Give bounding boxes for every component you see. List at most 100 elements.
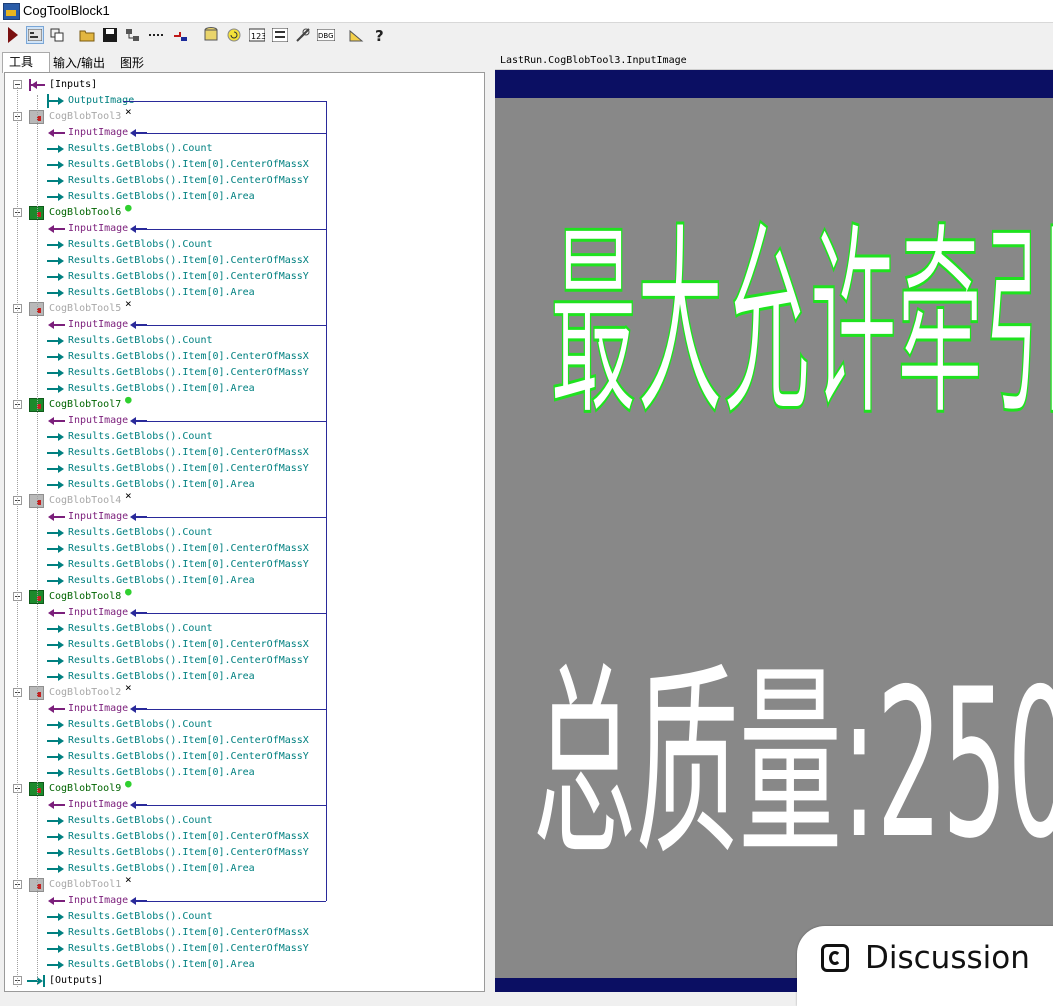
tree-outputs-node[interactable]: [Outputs] xyxy=(5,973,475,989)
tree-result-output[interactable]: Results.GetBlobs().Count xyxy=(5,141,475,157)
svg-text:123: 123 xyxy=(251,32,265,41)
image-link-stub xyxy=(143,709,326,710)
image-display: LastRun.CogBlobTool3.InputImage 最大允许牵引 总… xyxy=(495,52,1053,992)
tool-name: CogBlobTool9 xyxy=(49,783,122,794)
tool-status-icon: × xyxy=(125,489,132,502)
tree-result-output[interactable]: Results.GetBlobs().Item[0].Area xyxy=(5,573,475,589)
tree-tool-node[interactable]: CogBlobTool1 × xyxy=(5,874,475,893)
help-icon[interactable]: ? xyxy=(371,26,389,44)
title-bar: CogToolBlock1 xyxy=(0,0,1053,23)
open-icon[interactable] xyxy=(78,26,96,44)
tree-result-output[interactable]: Results.GetBlobs().Item[0].Area xyxy=(5,285,475,301)
chat-icon xyxy=(821,944,849,972)
discussion-overlay[interactable]: Discussion xyxy=(797,926,1053,1006)
tree-result-output[interactable]: Results.GetBlobs().Count xyxy=(5,429,475,445)
form-icon[interactable] xyxy=(271,26,289,44)
tab-strip: 工具 输入/输出 图形 xyxy=(0,52,490,73)
tool-name: CogBlobTool3 xyxy=(49,111,122,122)
tree-result-output[interactable]: Results.GetBlobs().Count xyxy=(5,621,475,637)
tool-name: CogBlobTool7 xyxy=(49,399,122,410)
tool-name: CogBlobTool4 xyxy=(49,495,122,506)
tree-inputs-node[interactable]: [Inputs] xyxy=(5,77,475,93)
tree-result-output[interactable]: Results.GetBlobs().Item[0].CenterOfMassY xyxy=(5,461,475,477)
tree-result-output[interactable]: Results.GetBlobs().Item[0].Area xyxy=(5,381,475,397)
tree-result-output[interactable]: Results.GetBlobs().Count xyxy=(5,717,475,733)
window-title: CogToolBlock1 xyxy=(23,3,110,18)
show-tree-icon[interactable] xyxy=(26,26,44,44)
tool-tree[interactable]: [Inputs] OutputImage CogBlobTool3 × InputIma… xyxy=(4,72,485,992)
image-link-stub xyxy=(143,517,326,518)
tree-tool-node[interactable]: CogBlobTool4 × xyxy=(5,489,475,509)
tree-result-output[interactable]: Results.GetBlobs().Item[0].Area xyxy=(5,957,475,973)
tree-tool-node[interactable]: CogBlobTool9 ● xyxy=(5,778,475,797)
tab-graphics[interactable]: 图形 xyxy=(120,54,160,72)
tree-tool-node[interactable]: CogBlobTool2 × xyxy=(5,681,475,701)
tree-result-output[interactable]: Results.GetBlobs().Item[0].Area xyxy=(5,477,475,493)
tree-result-output[interactable]: Results.GetBlobs().Item[0].CenterOfMassX xyxy=(5,349,475,365)
image-link-stub xyxy=(143,133,326,134)
tree-result-output[interactable]: Results.GetBlobs().Item[0].CenterOfMassX xyxy=(5,541,475,557)
tree-result-output[interactable]: Results.GetBlobs().Item[0].Area xyxy=(5,669,475,685)
tool-status-icon: ● xyxy=(125,393,132,406)
numbers-icon[interactable]: 123 xyxy=(248,26,266,44)
svg-text:?: ? xyxy=(375,27,384,43)
image-link-line xyxy=(326,101,327,901)
image-link-stub xyxy=(143,901,326,902)
tree-result-output[interactable]: Results.GetBlobs().Item[0].CenterOfMassY xyxy=(5,653,475,669)
save-icon[interactable] xyxy=(101,26,119,44)
tree-result-output[interactable]: Results.GetBlobs().Item[0].CenterOfMassY xyxy=(5,173,475,189)
tree-result-output[interactable]: Results.GetBlobs().Item[0].CenterOfMassX xyxy=(5,637,475,653)
refresh-icon[interactable] xyxy=(225,26,243,44)
tree-tool-node[interactable]: CogBlobTool7 ● xyxy=(5,393,475,413)
tree-result-output[interactable]: Results.GetBlobs().Item[0].Area xyxy=(5,189,475,205)
tree-result-output[interactable]: Results.GetBlobs().Item[0].CenterOfMassX xyxy=(5,925,475,941)
tool-status-icon: × xyxy=(125,105,132,118)
tool-status-icon: × xyxy=(125,681,132,694)
image-link-stub xyxy=(143,613,326,614)
image-link-stub xyxy=(143,805,326,806)
run-icon[interactable] xyxy=(4,26,22,44)
tree-result-output[interactable]: Results.GetBlobs().Count xyxy=(5,909,475,925)
toggle-icon[interactable] xyxy=(48,26,66,44)
tool-status-icon: × xyxy=(125,297,132,310)
settings-icon[interactable] xyxy=(124,26,142,44)
tree-tool-node[interactable]: CogBlobTool3 × xyxy=(5,105,475,125)
tree-result-output[interactable]: Results.GetBlobs().Item[0].CenterOfMassX xyxy=(5,445,475,461)
tree-result-output[interactable]: Results.GetBlobs().Item[0].CenterOfMassY xyxy=(5,749,475,765)
tool-name: CogBlobTool2 xyxy=(49,687,122,698)
tree-result-output[interactable]: Results.GetBlobs().Item[0].CenterOfMassY xyxy=(5,269,475,285)
tool-status-icon: ● xyxy=(125,201,132,214)
tool-name: CogBlobTool6 xyxy=(49,207,122,218)
image-link-stub xyxy=(143,325,326,326)
measure-icon[interactable] xyxy=(347,26,365,44)
debug-icon[interactable]: DBG xyxy=(317,26,335,44)
tree-result-output[interactable]: Results.GetBlobs().Item[0].Area xyxy=(5,861,475,877)
svg-text:DBG: DBG xyxy=(318,32,334,40)
tree-result-output[interactable]: Results.GetBlobs().Item[0].CenterOfMassX xyxy=(5,253,475,269)
toolbar: 123 DBG ? xyxy=(0,23,1053,49)
reset-icon[interactable] xyxy=(171,26,189,44)
dots-icon[interactable] xyxy=(148,26,166,44)
tree-result-output[interactable]: Results.GetBlobs().Item[0].CenterOfMassY xyxy=(5,365,475,381)
tab-io[interactable]: 输入/输出 xyxy=(53,54,117,72)
tree-result-output[interactable]: Results.GetBlobs().Item[0].CenterOfMassY xyxy=(5,845,475,861)
tool-name: CogBlobTool1 xyxy=(49,879,122,890)
tree-guide-line xyxy=(37,95,38,985)
tree-result-output[interactable]: Results.GetBlobs().Count xyxy=(5,333,475,349)
tab-tools[interactable]: 工具 xyxy=(2,52,50,73)
tree-result-output[interactable]: Results.GetBlobs().Count xyxy=(5,237,475,253)
database-icon[interactable] xyxy=(202,26,220,44)
tree-result-output[interactable]: Results.GetBlobs().Item[0].CenterOfMassX xyxy=(5,733,475,749)
tree-result-output[interactable]: Results.GetBlobs().Count xyxy=(5,813,475,829)
tree-result-output[interactable]: Results.GetBlobs().Count xyxy=(5,525,475,541)
tree-result-output[interactable]: Results.GetBlobs().Item[0].CenterOfMassY xyxy=(5,557,475,573)
tree-tool-node[interactable]: CogBlobTool5 × xyxy=(5,297,475,317)
wrench-icon[interactable] xyxy=(294,26,312,44)
tree-tool-node[interactable]: CogBlobTool8 ● xyxy=(5,586,475,605)
tree-result-output[interactable]: Results.GetBlobs().Item[0].Area xyxy=(5,765,475,781)
tree-result-output[interactable]: Results.GetBlobs().Item[0].CenterOfMassY xyxy=(5,941,475,957)
tree-tool-node[interactable]: CogBlobTool6 ● xyxy=(5,201,475,221)
tree-result-output[interactable]: Results.GetBlobs().Item[0].CenterOfMassX xyxy=(5,829,475,845)
image-canvas[interactable]: 最大允许牵引 总质量:250 xyxy=(495,70,1053,992)
tree-result-output[interactable]: Results.GetBlobs().Item[0].CenterOfMassX xyxy=(5,157,475,173)
